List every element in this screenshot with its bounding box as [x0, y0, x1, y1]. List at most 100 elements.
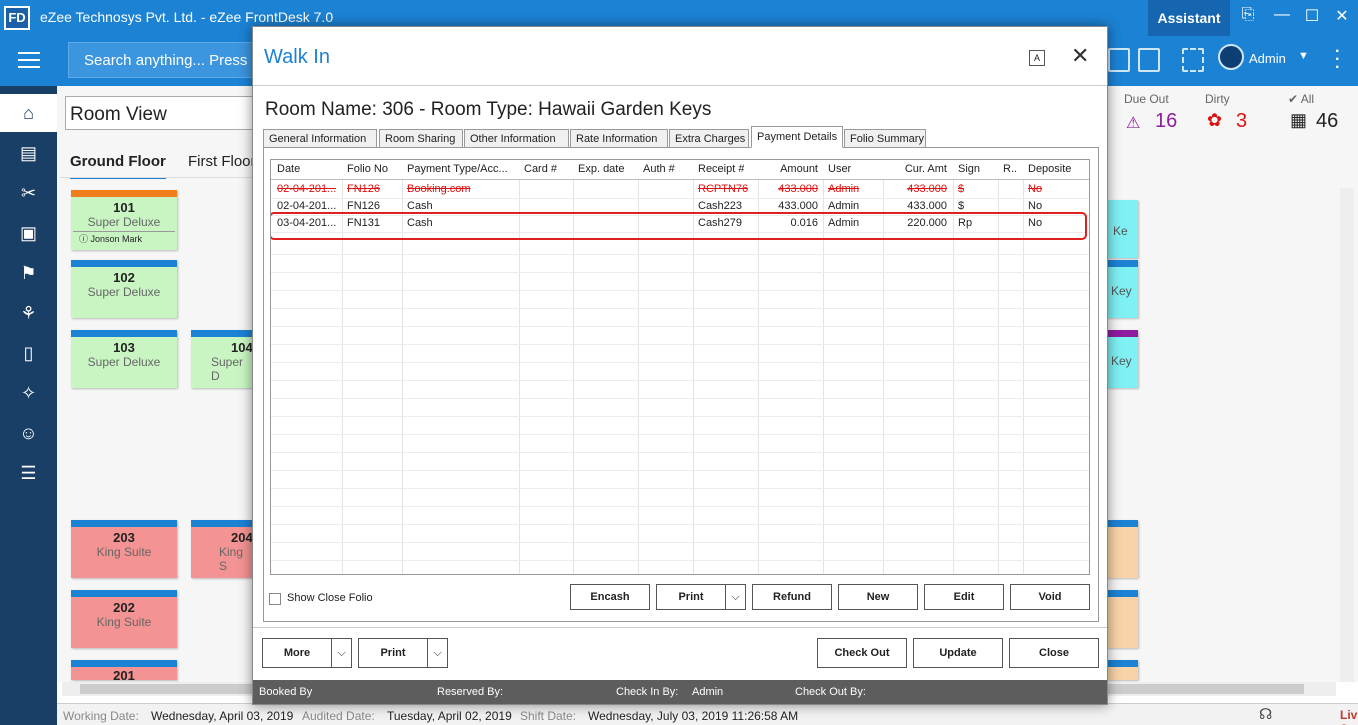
tab-extra-charges[interactable]: Extra Charges — [669, 129, 749, 148]
dirty-count[interactable]: 3 — [1236, 110, 1247, 133]
tab-ground-floor[interactable]: Ground Floor — [70, 153, 166, 179]
user-avatar-icon[interactable] — [1218, 44, 1244, 70]
update-button[interactable]: Update — [913, 638, 1003, 668]
column-header[interactable]: Amount — [758, 163, 818, 175]
show-close-folio-checkbox[interactable] — [269, 593, 281, 605]
divider — [253, 85, 1107, 86]
documents-icon[interactable] — [1138, 48, 1160, 72]
audited-date: Tuesday, April 02, 2019 — [387, 709, 512, 723]
check-in-by-value: Admin — [692, 686, 724, 698]
assistant-button[interactable]: Assistant — [1148, 0, 1230, 36]
column-header[interactable]: Exp. date — [578, 163, 624, 175]
menu-icon[interactable] — [18, 52, 40, 68]
room-card[interactable] — [1107, 520, 1138, 578]
reservation-icon[interactable]: ▤ — [0, 134, 57, 172]
maximize-button[interactable]: ☐ — [1300, 6, 1324, 26]
translate-icon[interactable]: ⎘ — [1236, 6, 1260, 24]
search-input[interactable]: Search anything... Press — [68, 42, 258, 78]
door-icon[interactable]: ▯ — [0, 334, 57, 372]
column-header[interactable]: Cur. Amt — [883, 163, 947, 175]
dialog-title: Walk In — [264, 46, 330, 68]
due-out-count[interactable]: 16 — [1155, 110, 1177, 133]
tab-first-floor[interactable]: First Floor — [188, 153, 256, 170]
refund-button[interactable]: Refund — [752, 584, 832, 610]
column-header[interactable]: Folio No — [347, 163, 388, 175]
tab-folio-summary[interactable]: Folio Summary — [844, 129, 926, 148]
check-out-button[interactable]: Check Out — [817, 638, 907, 668]
room-card[interactable] — [1107, 660, 1138, 680]
column-header[interactable]: Receipt # — [698, 163, 744, 175]
more-dropdown-chevron-icon[interactable]: ⌵ — [332, 638, 352, 668]
user-name[interactable]: Admin — [1249, 51, 1286, 66]
room-card[interactable]: 102 Super Deluxe — [71, 260, 177, 318]
window-close-button[interactable]: ✕ — [1330, 6, 1354, 26]
edit-button[interactable]: Edit — [924, 584, 1004, 610]
guest-card-icon[interactable]: ▣ — [0, 214, 57, 252]
room-card[interactable]: 204 King S — [191, 520, 253, 578]
column-header[interactable]: Card # — [524, 163, 557, 175]
tools-icon[interactable]: ✂ — [0, 174, 57, 212]
new-button[interactable]: New — [838, 584, 918, 610]
headset-icon[interactable]: ☊ — [1259, 705, 1272, 723]
reports-icon[interactable]: ☰ — [0, 454, 57, 492]
room-card[interactable]: 104 Super D — [191, 330, 253, 388]
view-select[interactable]: Room View — [65, 96, 255, 130]
tab-room-sharing[interactable]: Room Sharing — [379, 129, 463, 148]
network-icon[interactable] — [1182, 48, 1204, 72]
working-date: Wednesday, April 03, 2019 — [151, 709, 294, 723]
shift-date-label: Shift Date: — [520, 709, 577, 723]
chart-icon[interactable] — [1108, 48, 1130, 72]
live-support-link[interactable]: Live Support — [1340, 708, 1358, 725]
footer-print-button[interactable]: Print — [358, 638, 428, 668]
grid-header: Date Folio No Payment Type/Acc... Card #… — [271, 160, 1089, 180]
language-icon[interactable]: A — [1029, 50, 1045, 66]
due-out-icon: ⚠ — [1126, 115, 1141, 132]
minimize-button[interactable]: — — [1270, 6, 1294, 24]
tab-general-information[interactable]: General Information — [263, 129, 377, 148]
print-dropdown-chevron-icon[interactable]: ⌵ — [726, 584, 746, 610]
due-out-label: Due Out — [1124, 92, 1169, 106]
print-button[interactable]: Print — [656, 584, 726, 610]
room-card[interactable]: Key — [1107, 260, 1138, 318]
close-button[interactable]: Close — [1009, 638, 1099, 668]
room-view-icon[interactable]: ⌂ — [0, 94, 57, 132]
footer-print-chevron-icon[interactable]: ⌵ — [428, 638, 448, 668]
room-card[interactable] — [1107, 590, 1138, 648]
status-bar: Working Date: Wednesday, April 03, 2019 … — [57, 703, 1358, 725]
tab-rate-information[interactable]: Rate Information — [570, 129, 668, 148]
all-count[interactable]: 46 — [1316, 110, 1338, 133]
room-card[interactable]: Key — [1107, 330, 1138, 388]
tab-other-information[interactable]: Other Information — [464, 129, 569, 148]
column-header[interactable]: R.. — [1003, 163, 1017, 175]
encash-button[interactable]: Encash — [570, 584, 650, 610]
more-options-icon[interactable]: · · · — [1335, 44, 1340, 76]
working-date-label: Working Date: — [63, 709, 139, 723]
staff-icon[interactable]: ☺ — [0, 414, 57, 452]
column-header[interactable]: User — [828, 163, 851, 175]
room-card[interactable]: Ke — [1107, 200, 1138, 258]
divider — [253, 627, 1107, 628]
more-button[interactable]: More — [262, 638, 332, 668]
room-card[interactable]: 202 King Suite — [71, 590, 177, 648]
vertical-scrollbar[interactable] — [1340, 188, 1354, 682]
chevron-down-icon[interactable]: ▼ — [1298, 50, 1309, 62]
housekeeping-icon[interactable]: ⚑ — [0, 254, 57, 292]
room-card[interactable]: 203 King Suite — [71, 520, 177, 578]
column-header[interactable]: Auth # — [643, 163, 675, 175]
room-card[interactable]: 101 Super Deluxe ⓘ Jonson Mark — [71, 190, 177, 250]
guest-name: ⓘ Jonson Mark — [73, 231, 175, 245]
column-header[interactable]: Deposite — [1028, 163, 1071, 175]
void-button[interactable]: Void — [1010, 584, 1090, 610]
room-card[interactable]: 103 Super Deluxe — [71, 330, 177, 388]
column-header[interactable]: Sign — [958, 163, 980, 175]
room-card[interactable]: 201 — [71, 660, 177, 680]
tab-payment-details[interactable]: Payment Details — [751, 126, 843, 148]
dirty-label: Dirty — [1205, 92, 1230, 106]
dialog-close-icon[interactable]: ✕ — [1071, 43, 1089, 69]
column-header[interactable]: Payment Type/Acc... — [407, 163, 515, 175]
check-out-by-label: Check Out By: — [795, 686, 866, 698]
check-in-by-label: Check In By: — [616, 686, 679, 698]
cleaning-icon[interactable]: ✧ — [0, 374, 57, 412]
column-header[interactable]: Date — [277, 163, 300, 175]
restaurant-icon[interactable]: ⚘ — [0, 294, 57, 332]
